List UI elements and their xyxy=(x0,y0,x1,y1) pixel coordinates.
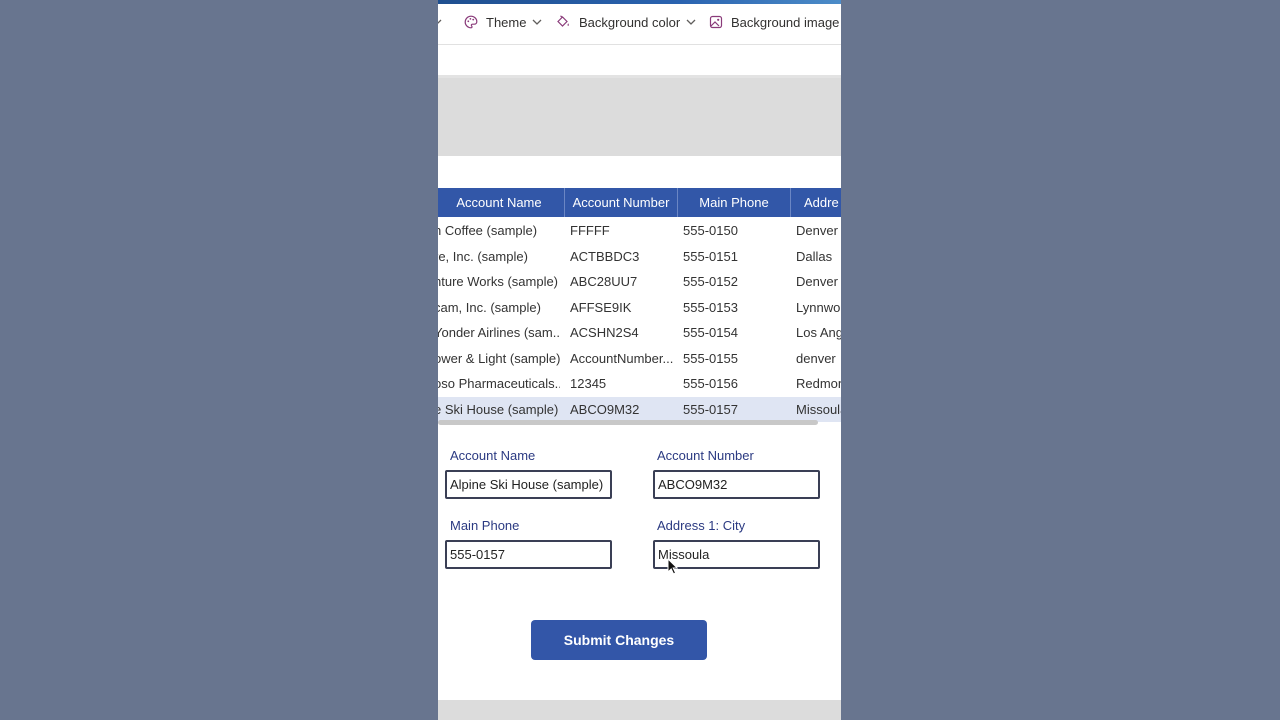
theme-icon xyxy=(464,15,478,29)
account-number-cell: ACSHN2S4 xyxy=(570,325,639,340)
mouse-cursor-icon xyxy=(667,558,678,575)
main-phone-cell: 555-0156 xyxy=(683,376,738,391)
city-cell: Redmon xyxy=(796,376,841,391)
account-name-cell: oso Pharmaceuticals... xyxy=(438,376,560,391)
table-row[interactable]: e Ski House (sample) ABCO9M32 555-0157 Miss… xyxy=(438,396,841,422)
main-phone-label: Main Phone xyxy=(450,518,520,533)
formula-bar[interactable] xyxy=(438,44,841,78)
column-header-main-phone[interactable]: Main Phone xyxy=(678,188,791,217)
account-number-cell: 12345 xyxy=(570,376,607,391)
table-row[interactable]: re, Inc. (sample) ACTBBDC3 555-0151 Dallas xyxy=(438,244,841,269)
account-number-cell: FFFFF xyxy=(570,223,610,238)
submit-changes-button[interactable]: Submit Changes xyxy=(531,620,707,660)
city-cell: Lynnwo xyxy=(796,299,841,315)
account-number-cell: AccountNumber... xyxy=(570,350,674,366)
account-name-cell: cam, Inc. (sample) xyxy=(438,299,541,315)
image-icon xyxy=(709,15,723,29)
account-number-cell: AFFSE9IK xyxy=(570,299,632,315)
main-phone-cell: 555-0157 xyxy=(683,401,738,417)
table-row[interactable]: oso Pharmaceuticals... 12345 555-0156 Redmo… xyxy=(438,371,841,396)
main-phone-cell: 555-0154 xyxy=(683,325,738,340)
chevron-down-icon xyxy=(438,19,442,24)
main-phone-cell: 555-0152 xyxy=(683,274,738,289)
account-name-cell: Yonder Airlines (sam... xyxy=(438,325,560,340)
account-number-cell: ABC28UU7 xyxy=(570,274,638,289)
background-color-button[interactable]: Background color xyxy=(556,12,696,32)
account-number-label: Account Number xyxy=(657,448,754,463)
theme-button[interactable]: Theme xyxy=(464,12,542,32)
main-phone-field[interactable] xyxy=(445,540,612,569)
table-row[interactable]: cam, Inc. (sample) AFFSE9IK 555-0153 Lynnwo xyxy=(438,295,841,320)
main-phone-cell: 555-0153 xyxy=(683,299,738,315)
city-field[interactable] xyxy=(653,540,820,569)
command-ribbon: Theme Background color Background image xyxy=(438,0,841,44)
accounts-gallery[interactable]: Account Name Account Number Main Phone A… xyxy=(438,188,841,428)
city-label: Address 1: City xyxy=(657,518,746,533)
column-header-address[interactable]: Addre xyxy=(791,188,841,217)
chevron-down-icon xyxy=(533,19,542,25)
column-header-account-name[interactable]: Account Name xyxy=(438,188,565,217)
canvas-footer-area xyxy=(438,700,841,720)
city-cell: Denver xyxy=(796,223,838,238)
background-image-button[interactable]: Background image xyxy=(709,12,839,32)
main-phone-cell: 555-0150 xyxy=(683,223,738,238)
city-cell: Los Ang xyxy=(796,325,841,340)
ribbon-overflow-chevron[interactable] xyxy=(438,12,442,32)
account-name-cell: n Coffee (sample) xyxy=(438,223,538,238)
main-phone-cell: 555-0155 xyxy=(683,350,738,366)
city-cell: Dallas xyxy=(796,248,833,264)
table-header: Account Name Account Number Main Phone A… xyxy=(438,188,841,217)
paint-bucket-icon xyxy=(557,15,569,27)
background-color-label: Background color xyxy=(579,14,681,30)
table-row[interactable]: Yonder Airlines (sam... ACSHN2S4 555-0154 L… xyxy=(438,320,841,345)
city-cell: denver xyxy=(796,350,836,366)
city-cell: Missoula xyxy=(796,401,841,417)
main-phone-cell: 555-0151 xyxy=(683,248,738,264)
account-name-cell: ower & Light (sample) xyxy=(438,350,560,366)
table-row[interactable]: n Coffee (sample) FFFFF 555-0150 Denver xyxy=(438,218,841,243)
table-row[interactable]: ower & Light (sample) AccountNumber... 555… xyxy=(438,346,841,371)
city-cell: Denver xyxy=(796,274,838,289)
account-number-cell: ACTBBDC3 xyxy=(570,248,640,264)
account-name-cell: nture Works (sample) xyxy=(438,274,559,289)
account-name-cell: re, Inc. (sample) xyxy=(438,248,528,264)
account-name-cell: e Ski House (sample) xyxy=(438,401,559,417)
account-name-label: Account Name xyxy=(450,448,536,463)
canvas-header-area xyxy=(438,78,841,156)
chevron-down-icon xyxy=(686,19,696,25)
theme-label: Theme xyxy=(486,14,527,30)
account-number-field[interactable] xyxy=(653,470,820,499)
account-number-cell: ABCO9M32 xyxy=(570,401,640,417)
horizontal-scrollbar[interactable] xyxy=(438,420,818,425)
power-apps-canvas: Theme Background color Background image xyxy=(438,0,841,720)
background-image-label: Background image xyxy=(731,14,840,30)
ribbon-header-strip xyxy=(438,0,841,4)
column-header-account-number[interactable]: Account Number xyxy=(565,188,678,217)
table-row[interactable]: nture Works (sample) ABC28UU7 555-0152 Denv… xyxy=(438,269,841,294)
account-name-field[interactable] xyxy=(445,470,612,499)
